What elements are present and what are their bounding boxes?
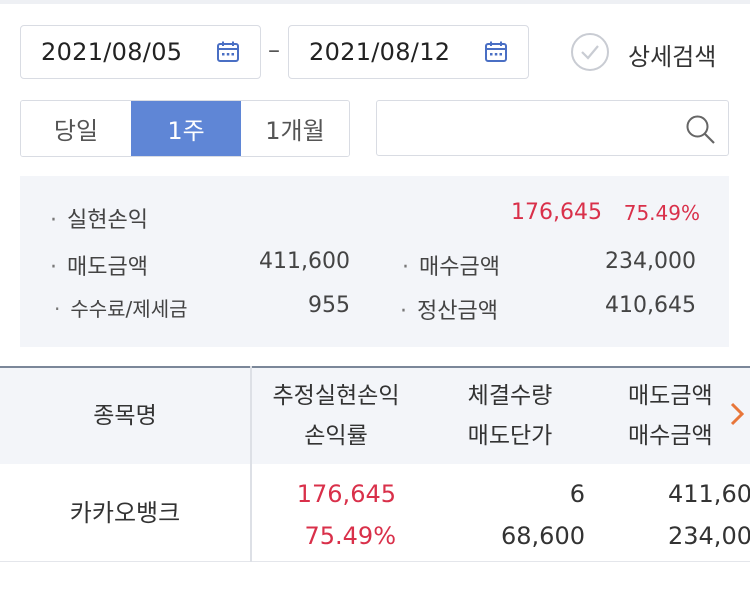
realized-pl-label-row: · 실현손익 [50, 208, 148, 233]
settlement-value: 410,645 [605, 293, 696, 318]
top-divider [0, 0, 750, 4]
realized-pl-amount: 176,645 [511, 200, 602, 225]
start-date-text: 2021/08/05 [41, 38, 183, 66]
header-est-pl: 추정실현손익 [272, 383, 400, 409]
fee-tax-value: 955 [308, 293, 350, 318]
header-exec-qty: 체결수량 [467, 383, 553, 409]
settlement-label-row: · 정산금액 [400, 299, 498, 324]
start-date-picker[interactable]: 2021/08/05 [20, 25, 261, 79]
row-buy-amount: 234,00 [668, 522, 750, 550]
column-divider [250, 366, 252, 562]
calendar-icon [217, 41, 239, 62]
check-circle-icon [571, 33, 609, 71]
realized-pl-label: 실현손익 [67, 208, 148, 233]
calendar-icon [485, 41, 507, 62]
realized-pl-rate: 75.49% [623, 201, 700, 225]
header-stock-name: 종목명 [93, 403, 157, 429]
buy-amount-value: 234,000 [605, 249, 696, 274]
tab-one-week[interactable]: 1주 [131, 101, 241, 156]
row-pl-rate: 75.49% [304, 522, 396, 550]
search-icon[interactable] [684, 113, 716, 145]
sell-amount-label-row: · 매도금액 [50, 255, 148, 280]
header-sell-price: 매도단가 [467, 423, 553, 449]
stock-search-box [376, 100, 729, 156]
tab-one-month[interactable]: 1개월 [241, 101, 349, 156]
row-sell-amount: 411,60 [668, 480, 750, 508]
fee-tax-label: 수수료/제세금 [70, 297, 188, 321]
table-row[interactable]: 카카오뱅크 176,645 75.49% 6 68,600 411,60 234… [0, 464, 750, 562]
row-exec-qty: 6 [569, 480, 585, 508]
date-range-separator: – [268, 36, 280, 64]
row-stock-name: 카카오뱅크 [69, 499, 181, 527]
detail-search-toggle[interactable]: 상세검색 [568, 28, 738, 76]
sell-amount-value: 411,600 [259, 249, 350, 274]
header-pl-rate: 손익률 [304, 423, 368, 449]
detail-search-label: 상세검색 [628, 43, 717, 71]
stock-search-input[interactable] [389, 111, 669, 147]
end-date-picker[interactable]: 2021/08/12 [288, 25, 529, 79]
buy-amount-label: 매수금액 [419, 255, 500, 280]
buy-amount-label-row: · 매수금액 [402, 255, 500, 280]
row-est-pl: 176,645 [296, 480, 396, 508]
fee-tax-label-row: · 수수료/제세금 [54, 297, 188, 321]
end-date-text: 2021/08/12 [309, 38, 451, 66]
settlement-label: 정산금액 [417, 299, 498, 324]
tab-today[interactable]: 당일 [21, 101, 131, 156]
sell-amount-label: 매도금액 [67, 255, 148, 280]
summary-panel: · 실현손익 176,645 75.49% · 매도금액 411,600 · 매수금액… [20, 176, 729, 347]
row-sell-price: 68,600 [501, 522, 585, 550]
chevron-right-icon[interactable] [727, 400, 747, 428]
trade-table-header: 종목명 추정실현손익 손익률 체결수량 매도단가 매도금액 매수금액 [0, 366, 750, 464]
period-selector: 당일 1주 1개월 [20, 100, 350, 157]
